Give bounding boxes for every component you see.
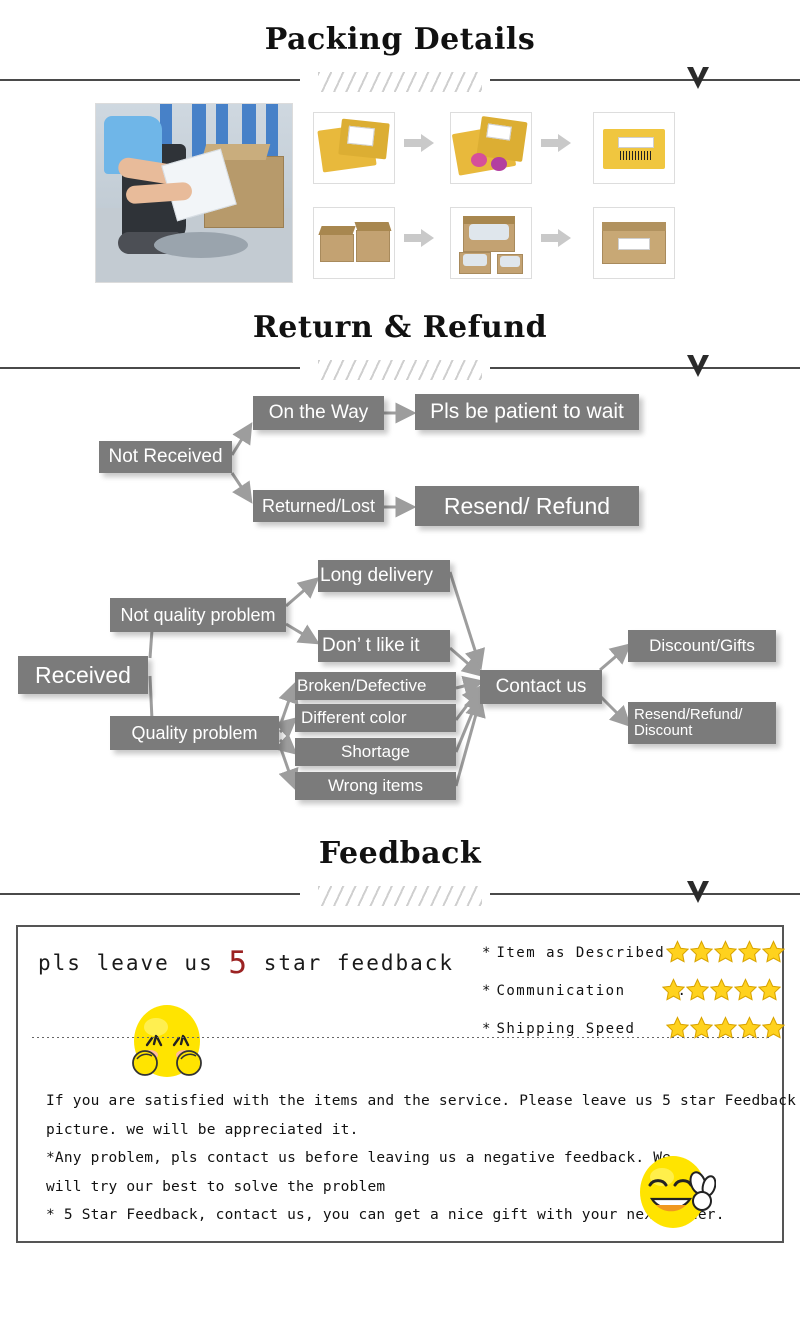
- divider-rule: [0, 355, 800, 386]
- star-icon: [738, 940, 761, 963]
- star-icon: [666, 940, 689, 963]
- section-header-packing: Packing Details: [0, 22, 800, 98]
- packing-step-thumb: [450, 207, 532, 279]
- rating-bullet: *: [482, 983, 491, 999]
- flow-node-cause: On the Way: [253, 396, 384, 430]
- headline-star-count: 5: [228, 945, 250, 981]
- flow-node-item: Wrong items: [295, 772, 456, 800]
- star-icon: [738, 1016, 761, 1039]
- packing-main-photo: [95, 103, 293, 283]
- right-arrow-icon: [404, 134, 434, 152]
- hatch-ornament: [318, 886, 482, 906]
- star-icon: [714, 940, 737, 963]
- flow-node-hub: Contact us: [480, 670, 602, 704]
- feedback-panel: pls leave us 5 star feedback * Item as D…: [16, 925, 800, 1243]
- divider-rule: [0, 881, 800, 912]
- packing-step-thumb: [313, 112, 395, 184]
- chevron-down-icon: [687, 355, 709, 377]
- flow-node-root: Not Received: [99, 441, 232, 473]
- packing-step-thumb: [313, 207, 395, 279]
- flow-node-item: Don’ t like it: [318, 630, 450, 662]
- headline-after: star feedback: [249, 951, 455, 975]
- flow-node-outcome: Discount/Gifts: [628, 630, 776, 662]
- star-icon: [662, 978, 685, 1001]
- chevron-down-icon: [687, 67, 709, 89]
- flowchart-received: Received Not quality problem Quality pro…: [0, 548, 800, 818]
- happy-peace-smiley-icon: [640, 1156, 716, 1228]
- right-arrow-icon: [541, 229, 571, 247]
- right-arrow-icon: [541, 134, 571, 152]
- product-description-page: Packing Details Return & Refund Not Rece…: [0, 0, 800, 1334]
- flow-node-group: Quality problem: [110, 716, 279, 750]
- rule-left: [0, 367, 300, 369]
- rating-row: * Communication :: [482, 983, 686, 999]
- star-icon: [690, 1016, 713, 1039]
- rule-right: [490, 367, 800, 369]
- rule-left: [0, 893, 300, 895]
- rating-label: Shipping Speed: [496, 1021, 636, 1037]
- star-icon: [734, 978, 757, 1001]
- packing-step-thumb: [593, 112, 675, 184]
- flow-node-cause: Returned/Lost: [253, 490, 384, 522]
- packing-step-thumb: [450, 112, 532, 184]
- headline-before: pls leave us: [38, 951, 229, 975]
- rule-right: [490, 893, 800, 895]
- feedback-headline: pls leave us 5 star feedback: [38, 945, 454, 981]
- feedback-body-line: picture. we will be appreciated it.: [46, 1121, 359, 1138]
- shy-smiley-icon: [132, 1005, 202, 1077]
- packing-step-thumb: [593, 207, 675, 279]
- rating-stars: [662, 978, 781, 1001]
- section-title-feedback: Feedback: [318, 836, 482, 871]
- rating-bullet: *: [482, 1021, 491, 1037]
- flowchart-not-received: Not Received On the Way Pls be patient t…: [0, 390, 800, 530]
- flow-node-item: Different color: [295, 704, 456, 732]
- rating-row: * Item as Described :: [482, 945, 680, 961]
- section-header-return: Return & Refund: [0, 310, 800, 386]
- rating-label: Communication: [496, 983, 626, 999]
- chevron-down-icon: [687, 881, 709, 903]
- rating-stars: [666, 940, 785, 963]
- rule-right: [490, 79, 800, 81]
- flow-node-group: Not quality problem: [110, 598, 286, 632]
- feedback-body-line: If you are satisfied with the items and …: [46, 1093, 800, 1109]
- flow-node-result: Resend/ Refund: [415, 486, 639, 526]
- hatch-ornament: [318, 360, 482, 380]
- star-icon: [686, 978, 709, 1001]
- star-icon: [666, 1016, 689, 1039]
- flow-node-root: Received: [18, 656, 148, 694]
- rating-stars: [666, 1016, 785, 1039]
- packing-images: [0, 95, 800, 295]
- flow-node-item: Broken/Defective: [295, 672, 456, 700]
- flow-node-outcome: Resend/Refund/ Discount: [628, 702, 776, 744]
- star-icon: [714, 1016, 737, 1039]
- rule-left: [0, 79, 300, 81]
- flow-node-item: Shortage: [295, 738, 456, 766]
- hatch-ornament: [318, 72, 482, 92]
- section-title-return: Return & Refund: [252, 310, 548, 345]
- flow-node-item: Long delivery: [318, 560, 450, 592]
- star-icon: [710, 978, 733, 1001]
- right-arrow-icon: [404, 229, 434, 247]
- section-header-feedback: Feedback: [0, 836, 800, 912]
- star-icon: [762, 1016, 785, 1039]
- panel-divider: [32, 1037, 772, 1038]
- rating-label: Item as Described: [496, 945, 666, 961]
- star-icon: [690, 940, 713, 963]
- star-icon: [762, 940, 785, 963]
- rating-bullet: *: [482, 945, 491, 961]
- star-icon: [758, 978, 781, 1001]
- page-title: Packing Details: [264, 22, 536, 57]
- flow-node-result: Pls be patient to wait: [415, 394, 639, 430]
